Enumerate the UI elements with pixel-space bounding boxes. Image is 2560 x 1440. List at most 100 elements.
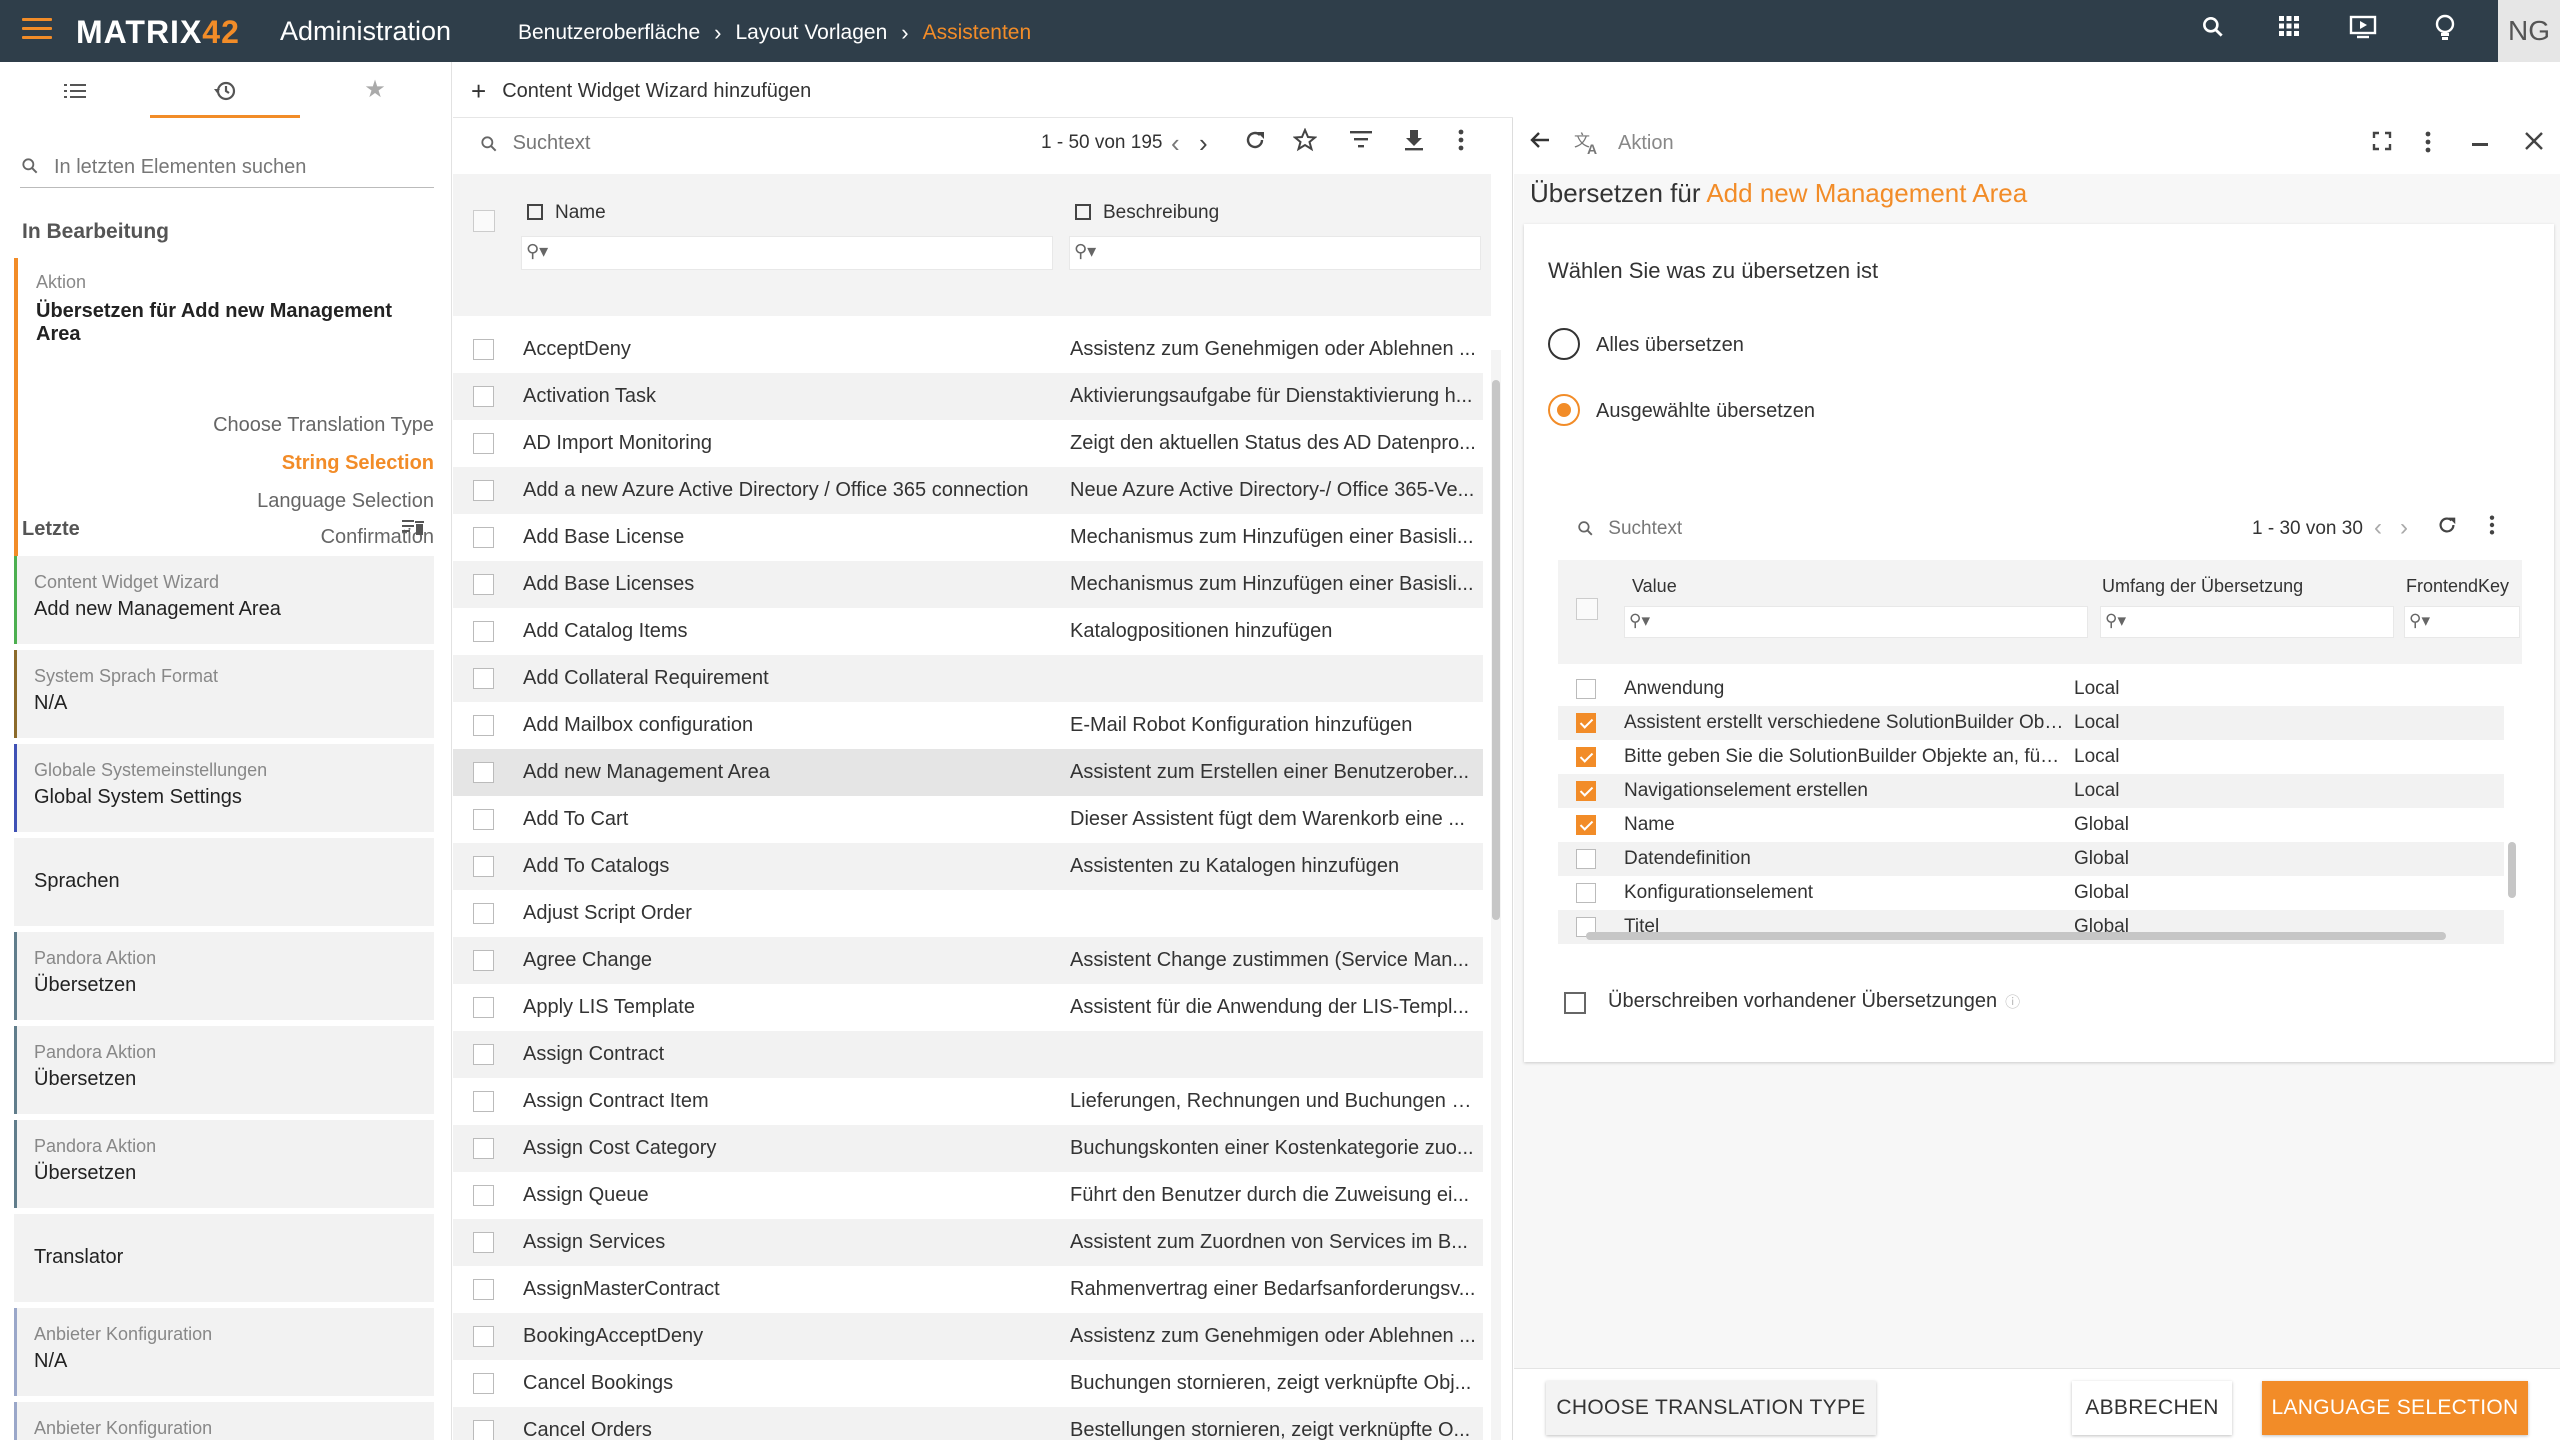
column-header-frontendkey[interactable]: FrontendKey <box>2406 576 2509 597</box>
minimize-icon[interactable] <box>2470 130 2490 161</box>
back-arrow-icon[interactable] <box>1528 128 1552 159</box>
row-checkbox[interactable] <box>473 950 494 971</box>
table-row[interactable]: Add Catalog Items Katalogpositionen hinzu… <box>453 608 1483 655</box>
radio-translate-all[interactable] <box>1548 328 1580 360</box>
table-row[interactable]: Agree Change Assistent Change zustimmen (… <box>453 937 1483 984</box>
table-row[interactable]: Add Collateral Requirement <box>453 655 1483 702</box>
avatar[interactable]: NG <box>2498 0 2560 62</box>
row-checkbox[interactable] <box>1576 883 1596 903</box>
frontendkey-filter-input[interactable]: ⚲▾ <box>2404 606 2520 638</box>
previous-page-icon[interactable]: ‹ <box>1171 128 1180 159</box>
previous-page-icon[interactable]: ‹ <box>2374 514 2382 542</box>
overwrite-existing-checkbox[interactable] <box>1564 992 1586 1014</box>
table-row[interactable]: Add Mailbox configuration E-Mail Robot Ko… <box>453 702 1483 749</box>
select-all-checkbox[interactable] <box>1576 598 1598 620</box>
overwrite-existing-label[interactable]: Überschreiben vorhandener Übersetzungen ⓘ <box>1608 990 2020 1013</box>
table-row[interactable]: Navigationselement erstellen Local <box>1558 774 2504 808</box>
scope-filter-input[interactable]: ⚲▾ <box>2100 606 2394 638</box>
row-checkbox[interactable] <box>473 762 494 783</box>
scrollbar-thumb[interactable] <box>1492 380 1500 920</box>
close-icon[interactable] <box>2524 130 2544 158</box>
table-row[interactable]: Cancel Bookings Buchungen stornieren, zei… <box>453 1360 1483 1407</box>
table-row[interactable]: Assign Contract Item Lieferungen, Rechnun… <box>453 1078 1483 1125</box>
recent-item[interactable]: Translator <box>14 1214 434 1302</box>
radio-translate-selected-label[interactable]: Ausgewählte übersetzen <box>1596 400 1815 423</box>
breadcrumb-item-current[interactable]: Assistenten <box>923 21 1032 45</box>
more-vertical-icon[interactable] <box>1457 128 1465 159</box>
step-choose-translation-type[interactable]: Choose Translation Type <box>213 414 434 437</box>
row-checkbox[interactable] <box>473 1044 494 1065</box>
row-checkbox[interactable] <box>473 715 494 736</box>
table-row[interactable]: Add new Management Area Assistent zum Ers… <box>453 749 1483 796</box>
row-checkbox[interactable] <box>473 1326 494 1347</box>
step-language-selection[interactable]: Language Selection <box>257 490 434 513</box>
table-row[interactable]: Add a new Azure Active Directory / Offic… <box>453 467 1483 514</box>
row-checkbox[interactable] <box>473 1185 494 1206</box>
table-row[interactable]: Assign Queue Führt den Benutzer durch die… <box>453 1172 1483 1219</box>
clear-list-icon[interactable] <box>402 518 424 544</box>
row-checkbox[interactable] <box>473 527 494 548</box>
column-header-name[interactable]: Name <box>527 202 606 224</box>
breadcrumb-item[interactable]: Benutzeroberfläche <box>518 21 700 45</box>
recent-item[interactable]: Pandora Aktion Übersetzen <box>14 1120 434 1208</box>
row-checkbox[interactable] <box>473 903 494 924</box>
table-row[interactable]: AD Import Monitoring Zeigt den aktuellen … <box>453 420 1483 467</box>
recent-item[interactable]: Content Widget Wizard Add new Management… <box>14 556 434 644</box>
row-checkbox[interactable] <box>473 1279 494 1300</box>
row-checkbox[interactable] <box>1576 849 1596 869</box>
table-row[interactable]: Assign Services Assistent zum Zuordnen vo… <box>453 1219 1483 1266</box>
row-checkbox[interactable] <box>473 997 494 1018</box>
table-row[interactable]: Konfigurationselement Global <box>1558 876 2504 910</box>
download-icon[interactable] <box>1403 128 1425 159</box>
help-icon[interactable]: ⓘ <box>2005 994 2020 1011</box>
choose-translation-type-button[interactable]: CHOOSE TRANSLATION TYPE <box>1546 1381 1876 1435</box>
table-row[interactable]: Cancel Orders Bestellungen stornieren, ze… <box>453 1407 1483 1440</box>
next-page-icon[interactable]: › <box>2400 514 2408 542</box>
grid-horizontal-scrollbar[interactable] <box>1566 930 2496 942</box>
table-row[interactable]: Assign Cost Category Buchungskonten einer… <box>453 1125 1483 1172</box>
grid-search-input[interactable]: Suchtext <box>1576 518 1682 540</box>
table-row[interactable]: Adjust Script Order <box>453 890 1483 937</box>
star-outline-icon[interactable] <box>1292 127 1318 159</box>
table-row[interactable]: Bitte geben Sie die SolutionBuilder Obje… <box>1558 740 2504 774</box>
step-string-selection[interactable]: String Selection <box>282 452 434 475</box>
table-row[interactable]: AcceptDeny Assistenz zum Genehmigen oder … <box>453 326 1483 373</box>
table-row[interactable]: Apply LIS Template Assistent für die Anwe… <box>453 984 1483 1031</box>
row-checkbox[interactable] <box>473 480 494 501</box>
more-vertical-icon[interactable] <box>2424 130 2432 161</box>
tab-favorites[interactable]: ★ <box>300 62 450 118</box>
table-row[interactable]: Assign Contract <box>453 1031 1483 1078</box>
row-checkbox[interactable] <box>473 1138 494 1159</box>
row-checkbox[interactable] <box>473 433 494 454</box>
next-page-icon[interactable]: › <box>1199 128 1208 159</box>
apps-grid-icon[interactable] <box>2272 14 2306 48</box>
row-checkbox[interactable] <box>1576 781 1596 801</box>
in-edit-item[interactable]: Aktion Übersetzen für Add new Management… <box>14 258 434 556</box>
add-content-widget-wizard-button[interactable]: + Content Widget Wizard hinzufügen <box>471 76 811 107</box>
fullscreen-icon[interactable] <box>2372 130 2392 158</box>
recent-item[interactable]: Sprachen <box>14 838 434 926</box>
cancel-button[interactable]: ABBRECHEN <box>2072 1381 2232 1435</box>
table-row[interactable]: Add Base Licenses Mechanismus zum Hinzufü… <box>453 561 1483 608</box>
recent-item[interactable]: Pandora Aktion Übersetzen <box>14 932 434 1020</box>
grid-vertical-scrollbar[interactable] <box>2506 672 2518 928</box>
table-row[interactable]: Datendefinition Global <box>1558 842 2504 876</box>
value-filter-input[interactable]: ⚲▾ <box>1624 606 2088 638</box>
row-checkbox[interactable] <box>473 1420 494 1440</box>
table-row[interactable]: Add To Cart Dieser Assistent fügt dem War… <box>453 796 1483 843</box>
row-checkbox[interactable] <box>473 1232 494 1253</box>
row-checkbox[interactable] <box>1576 679 1596 699</box>
row-checkbox[interactable] <box>1576 815 1596 835</box>
row-checkbox[interactable] <box>1576 747 1596 767</box>
description-filter-input[interactable]: ⚲▾ <box>1069 236 1481 270</box>
presentation-icon[interactable] <box>2346 14 2380 48</box>
recent-item[interactable]: System Sprach Format N/A <box>14 650 434 738</box>
logo[interactable]: MATRIX42 <box>76 14 240 51</box>
row-checkbox[interactable] <box>473 621 494 642</box>
recent-item[interactable]: Globale Systemeinstellungen Global Syste… <box>14 744 434 832</box>
table-row[interactable]: Anwendung Local <box>1558 672 2504 706</box>
radio-translate-all-label[interactable]: Alles übersetzen <box>1596 334 1744 357</box>
table-row[interactable]: Add To Catalogs Assistenten zu Katalogen … <box>453 843 1483 890</box>
table-row[interactable]: Add Base License Mechanismus zum Hinzufüg… <box>453 514 1483 561</box>
row-checkbox[interactable] <box>473 1091 494 1112</box>
